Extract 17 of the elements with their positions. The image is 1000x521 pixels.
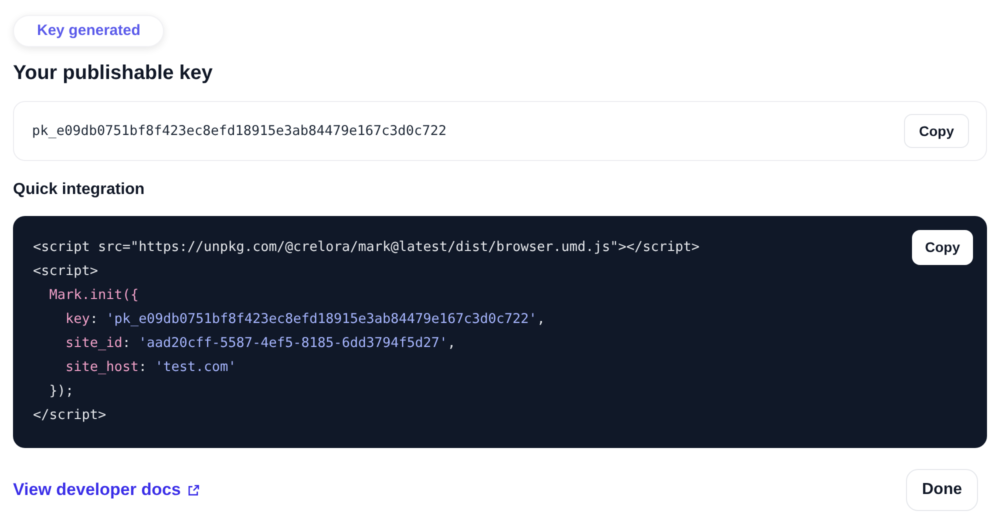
section-heading: Quick integration — [13, 180, 146, 200]
status-badge: Key generated — [13, 15, 164, 47]
done-button[interactable]: Done — [906, 469, 978, 511]
code-line: <script src="https://unpkg.com/@crelora/mark@latest/dist/browser.umd.js"></script> — [33, 238, 700, 257]
code-line: </script> — [33, 406, 108, 425]
docs-link[interactable]: View developer docs — [13, 477, 200, 503]
code-line: key: 'pk_e09db0751bf8f423ec8efd18915e3ab84479e167c3d0c722', — [64, 310, 546, 329]
copy-button[interactable]: Copy — [912, 230, 973, 265]
code-line: <script> — [33, 262, 100, 281]
code-line: }); — [48, 382, 75, 401]
external-link-icon — [186, 484, 200, 496]
code-line: site_id: 'aad20cff-5587-4ef5-8185-6dd3794f5d27', — [64, 334, 457, 353]
code-line: Mark.init({ — [48, 286, 140, 305]
key-value: pk_e09db0751bf8f423ec8efd18915e3ab84479e167c3d0c722 — [32, 122, 447, 141]
section-title: Your publishable key — [13, 61, 214, 86]
code-line: site_host: 'test.com' — [64, 358, 238, 377]
copy-button[interactable]: Copy — [904, 114, 969, 148]
